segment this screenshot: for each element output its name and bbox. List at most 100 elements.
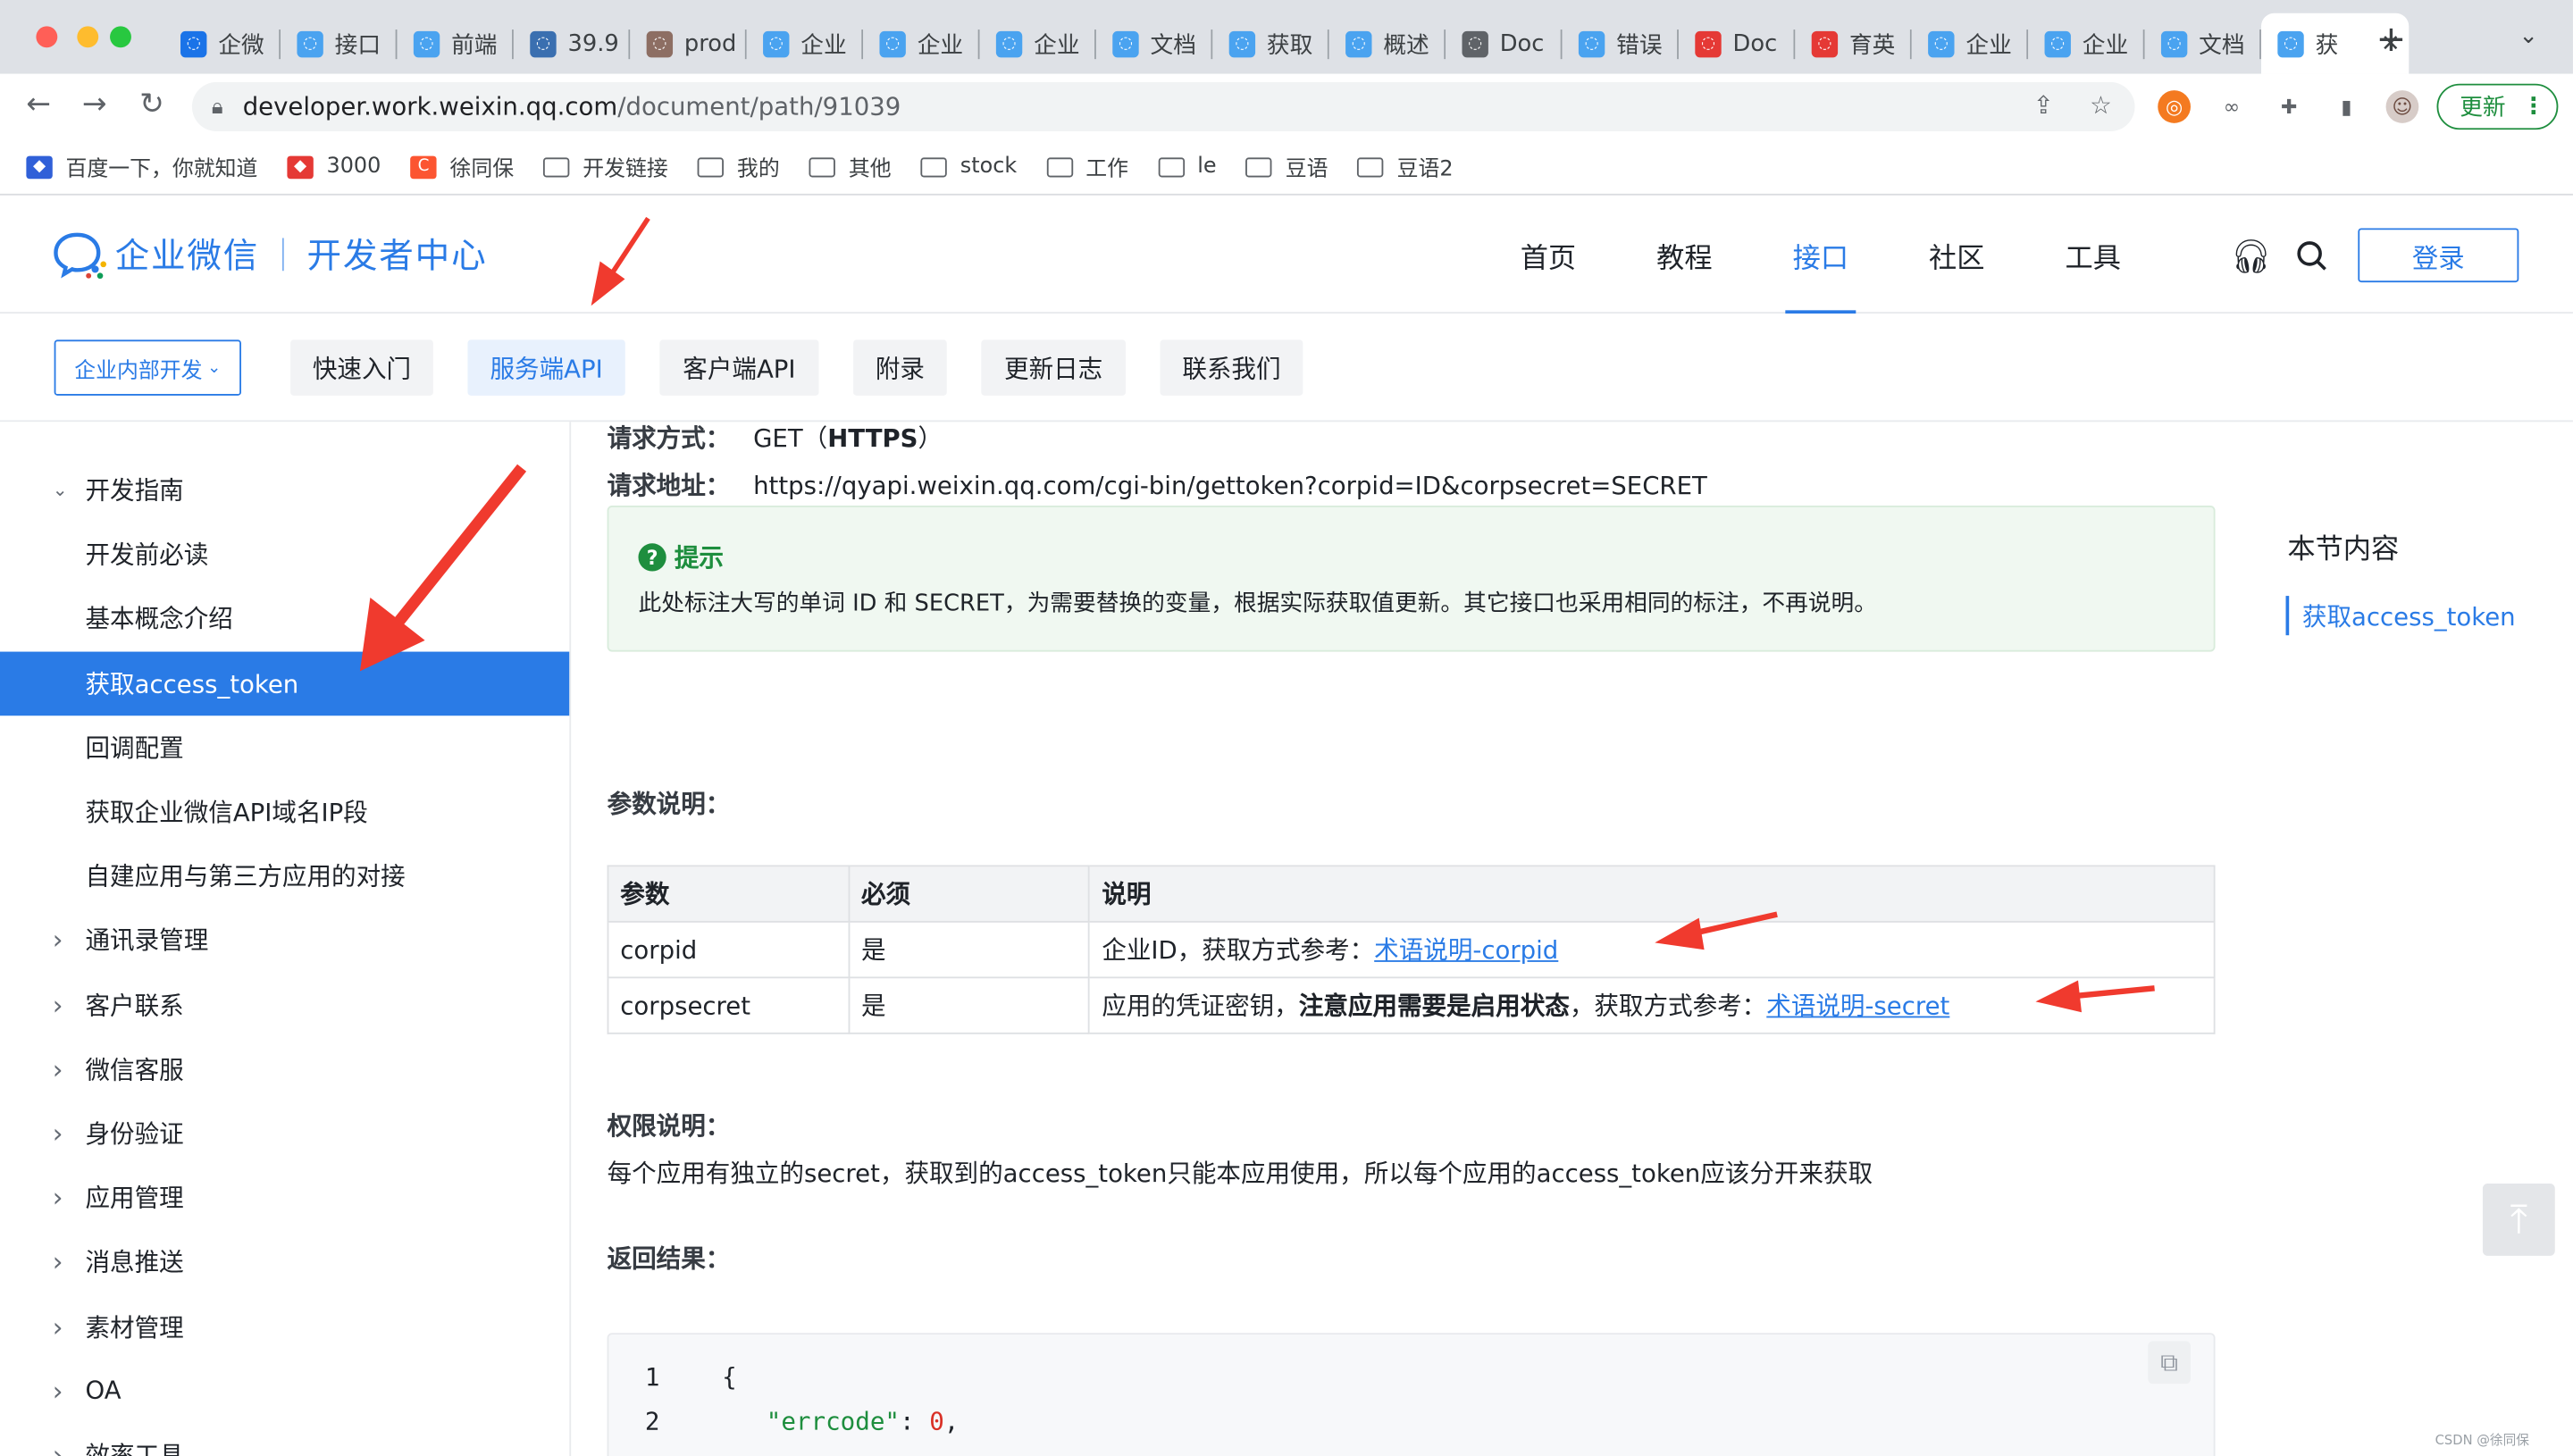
update-label: 更新 bbox=[2460, 95, 2506, 121]
extension-orange-icon[interactable]: ◎ bbox=[2158, 90, 2191, 123]
site-logo[interactable]: 企业微信 开发者中心 bbox=[53, 230, 488, 280]
nav-item[interactable]: 接口 bbox=[1753, 197, 1889, 314]
sidebar-item[interactable]: 自建应用与第三方应用的对接 bbox=[0, 844, 569, 908]
close-window-button[interactable] bbox=[36, 26, 58, 48]
browser-tab[interactable]: ◌ 错误 bbox=[1563, 13, 1679, 74]
tab-search-chevron-icon[interactable]: ⌄ bbox=[2519, 23, 2538, 49]
nav-item[interactable]: 工具 bbox=[2024, 197, 2160, 314]
sidebar-item[interactable]: › 素材管理 bbox=[0, 1294, 569, 1359]
browser-tab[interactable]: ◌ prod bbox=[630, 13, 747, 74]
browser-tab[interactable]: ◌ 企业 bbox=[747, 13, 864, 74]
browser-tab-label: 育英 bbox=[1848, 31, 1896, 59]
forward-arrow-icon[interactable]: → bbox=[82, 87, 107, 121]
browser-tab[interactable]: ◌ 前端 bbox=[397, 13, 514, 74]
bookmark-item[interactable]: 工作 bbox=[1046, 151, 1128, 182]
wecom-cloud-icon: ◌ bbox=[879, 29, 906, 57]
bookmark-item[interactable]: ◆ 3000 bbox=[287, 155, 381, 179]
browser-tab[interactable]: ◌ 接口 bbox=[281, 13, 398, 74]
nav-item[interactable]: 首页 bbox=[1480, 197, 1616, 314]
request-method-protocol: HTTPS bbox=[827, 423, 918, 454]
subtab-item[interactable]: 附录 bbox=[853, 339, 947, 396]
bookmark-item[interactable]: 开发链接 bbox=[543, 151, 668, 182]
subtab-item[interactable]: 客户端API bbox=[659, 339, 819, 396]
sidebar-item-label: 应用管理 bbox=[85, 1184, 184, 1214]
nav-item[interactable]: 教程 bbox=[1616, 197, 1752, 314]
sidebar-item[interactable]: › 应用管理 bbox=[0, 1166, 569, 1230]
login-button[interactable]: 登录 bbox=[2358, 228, 2519, 283]
minimize-window-button[interactable] bbox=[77, 26, 99, 48]
avatar-icon: ◌ bbox=[646, 29, 674, 57]
update-browser-button[interactable]: 更新 ⋮ bbox=[2436, 83, 2559, 130]
wecom-cloud-icon: ◌ bbox=[297, 29, 323, 57]
request-url-value[interactable]: https://qyapi.weixin.qq.com/cgi-bin/gett… bbox=[753, 471, 1707, 500]
bookmark-item[interactable]: 我的 bbox=[697, 151, 780, 182]
bookmark-item[interactable]: 豆语 bbox=[1245, 151, 1328, 182]
browser-tab[interactable]: ◌ 企业 bbox=[980, 13, 1096, 74]
wecom-cloud-icon: ◌ bbox=[2044, 29, 2071, 57]
browser-tab[interactable]: ◌ Doc bbox=[1679, 13, 1796, 74]
side-panel-icon[interactable]: ▮ bbox=[2330, 90, 2363, 123]
tab-strip: ◌ 企微 ◌ 接口 ◌ 前端 ◌ 39.9 ◌ prod ◌ 企业 ◌ 企业 ◌ 企业 ◌ 文档 ◌ 获取 ◌ 概述 ◌ Do… bbox=[164, 13, 2410, 74]
sidebar-item[interactable]: › 身份验证 bbox=[0, 1101, 569, 1166]
sidebar-item[interactable]: › 消息推送 bbox=[0, 1230, 569, 1294]
browser-tab[interactable]: ◌ 育英 bbox=[1795, 13, 1912, 74]
maximize-window-button[interactable] bbox=[110, 26, 131, 48]
sidebar-item-label: 微信客服 bbox=[85, 1055, 184, 1085]
table-row: corpid 是 企业ID，获取方式参考：术语说明-corpid bbox=[607, 920, 2216, 979]
browser-tab[interactable]: ◌ 文档 bbox=[1096, 13, 1213, 74]
sidebar-item[interactable]: 获取企业微信API域名IP段 bbox=[0, 780, 569, 844]
browser-tab[interactable]: ◌ 企微 bbox=[164, 13, 281, 74]
subtab-item[interactable]: 联系我们 bbox=[1160, 339, 1303, 396]
more-menu-icon[interactable]: ⋮ bbox=[2522, 94, 2545, 120]
sidebar-item[interactable]: › OA bbox=[0, 1359, 569, 1423]
sidebar-item[interactable]: › 效率工具 bbox=[0, 1423, 569, 1456]
sidebar-item[interactable]: › 客户联系 bbox=[0, 973, 569, 1037]
sidebar-item[interactable]: 基本概念介绍 bbox=[0, 587, 569, 651]
bookmark-item[interactable]: 其他 bbox=[809, 151, 892, 182]
copy-icon[interactable]: ⧉ bbox=[2148, 1341, 2191, 1385]
browser-tab-label: 企业 bbox=[1965, 31, 2012, 59]
browser-tab[interactable]: ◌ 企业 bbox=[863, 13, 980, 74]
browser-tab[interactable]: ◌ 39.9 bbox=[514, 13, 631, 74]
back-to-top-icon[interactable]: ⤒ bbox=[2482, 1183, 2555, 1256]
subtab-item[interactable]: 快速入门 bbox=[290, 339, 433, 396]
secret-doc-link[interactable]: 术语说明-secret bbox=[1766, 992, 1949, 1021]
bookmark-item[interactable]: C 徐同保 bbox=[410, 151, 514, 182]
folder-icon bbox=[1046, 156, 1073, 177]
bookmark-label: 工作 bbox=[1085, 157, 1129, 182]
search-icon[interactable] bbox=[2296, 239, 2329, 272]
sidebar-item[interactable]: › 通讯录管理 bbox=[0, 908, 569, 973]
extension-link-icon[interactable]: ∞ bbox=[2216, 90, 2249, 123]
sidebar-item[interactable]: 开发前必读 bbox=[0, 523, 569, 587]
reload-icon[interactable]: ↻ bbox=[139, 87, 164, 121]
bookmark-item[interactable]: 豆语2 bbox=[1357, 151, 1454, 182]
browser-tab[interactable]: ◌ 企业 bbox=[2028, 13, 2145, 74]
corpid-doc-link[interactable]: 术语说明-corpid bbox=[1374, 935, 1558, 965]
subtab-item[interactable]: 服务端API bbox=[467, 339, 625, 396]
bookmark-item[interactable]: stock bbox=[920, 155, 1017, 179]
sidebar-item[interactable]: 回调配置 bbox=[0, 715, 569, 780]
browser-tab[interactable]: ◌ 获取 bbox=[1212, 13, 1329, 74]
toc-item[interactable]: 获取access_token bbox=[2285, 596, 2516, 636]
browser-tab[interactable]: ◌ 企业 bbox=[1912, 13, 2029, 74]
bookmark-item[interactable]: ◆ 百度一下，你就知道 bbox=[26, 151, 257, 182]
browser-tab[interactable]: ◌ Doc bbox=[1446, 13, 1563, 74]
bookmark-star-icon[interactable]: ☆ bbox=[2090, 90, 2112, 120]
extensions-puzzle-icon[interactable]: ✚ bbox=[2273, 90, 2306, 123]
headset-support-icon[interactable]: 🎧︎ bbox=[2230, 237, 2272, 276]
browser-tab[interactable]: ◌ 文档 bbox=[2145, 13, 2261, 74]
sidebar-item[interactable]: › 微信客服 bbox=[0, 1037, 569, 1101]
sidebar-item[interactable]: ⌄ 开发指南 bbox=[0, 458, 569, 523]
nav-item[interactable]: 社区 bbox=[1889, 197, 2024, 314]
share-icon[interactable]: ⇪ bbox=[2033, 90, 2054, 120]
browser-tab[interactable]: ◌ 概述 bbox=[1329, 13, 1446, 74]
dev-type-select[interactable]: 企业内部开发 ⌄ bbox=[54, 339, 241, 396]
back-arrow-icon[interactable]: ← bbox=[26, 87, 51, 121]
new-tab-button[interactable]: + bbox=[2376, 20, 2407, 61]
sidebar-item[interactable]: 获取access_token bbox=[0, 650, 570, 715]
bookmark-item[interactable]: le bbox=[1158, 155, 1217, 179]
wecom-cloud-icon: ◌ bbox=[1228, 29, 1256, 57]
address-bar[interactable]: 🔒︎ developer.work.weixin.qq.com/document… bbox=[191, 81, 2135, 132]
subtab-item[interactable]: 更新日志 bbox=[981, 339, 1126, 396]
profile-avatar[interactable]: ☺ bbox=[2385, 90, 2419, 123]
